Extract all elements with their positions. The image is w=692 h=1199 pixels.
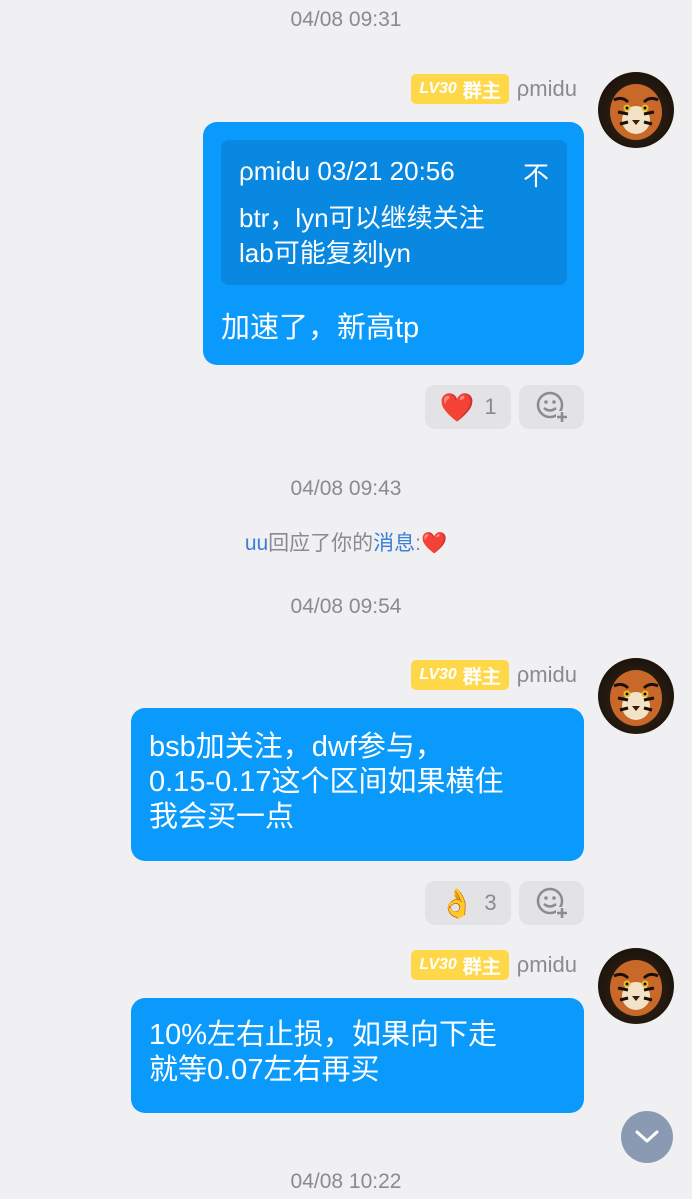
level-label: LV30: [419, 80, 457, 97]
chevron-down-icon: [635, 1130, 659, 1143]
message-line: 我会买一点: [149, 800, 295, 833]
sender-meta: LV30 群主 ρmidu: [411, 73, 577, 105]
scroll-to-bottom-button[interactable]: [621, 1111, 673, 1163]
chat-screen: 04/08 09:31 LV30 群主 ρmidu ρmidu 03/21 20…: [0, 0, 692, 1199]
reaction-notice: uu回应了你的消息:❤️: [0, 527, 692, 557]
reaction-count: 3: [484, 890, 497, 915]
sender-name: ρmidu: [516, 76, 577, 101]
add-emoji-icon: [536, 887, 568, 919]
quote-line: lab可能复刻lyn: [239, 238, 411, 269]
quote-pin-label: 不: [522, 161, 549, 191]
add-emoji-icon: [536, 391, 568, 423]
quote-line: btr，lyn可以继续关注: [239, 203, 485, 233]
tiger-avatar-icon: [610, 960, 662, 1016]
sender-name: ρmidu: [516, 662, 577, 687]
sender-meta: LV30 群主 ρmidu: [411, 949, 577, 981]
level-badge: LV30 群主: [411, 660, 509, 690]
tiger-avatar-icon: [610, 84, 662, 140]
level-badge: LV30 群主: [411, 950, 509, 980]
add-reaction-button[interactable]: [519, 385, 584, 429]
heart-icon: ❤️: [439, 391, 475, 423]
add-reaction-button[interactable]: [519, 881, 584, 925]
level-label: LV30: [419, 956, 457, 973]
reaction-chip[interactable]: 👌 3: [425, 881, 511, 925]
message-line: bsb加关注，dwf参与，: [149, 731, 444, 763]
timestamp: 04/08 09:43: [290, 477, 402, 500]
message-bubble[interactable]: bsb加关注，dwf参与， 0.15-0.17这个区间如果横住 我会买一点: [131, 708, 584, 861]
role-label: 群主: [462, 956, 501, 978]
role-label: 群主: [462, 80, 501, 102]
timestamp: 04/08 09:31: [290, 8, 402, 31]
notice-text: 回应了你的: [268, 532, 374, 555]
message-line: 就等0.07左右再买: [149, 1053, 380, 1086]
avatar[interactable]: [598, 72, 674, 148]
level-badge: LV30 群主: [411, 74, 509, 104]
avatar[interactable]: [598, 948, 674, 1024]
notice-user-link[interactable]: uu: [245, 532, 268, 555]
level-label: LV30: [419, 666, 457, 683]
reaction-count: 1: [484, 394, 497, 419]
notice-message-link[interactable]: 消息: [373, 532, 415, 555]
timestamp: 04/08 09:54: [290, 595, 402, 618]
role-label: 群主: [462, 666, 501, 688]
quote-author-time: ρmidu 03/21 20:56: [239, 156, 455, 186]
message-line: 10%左右止损，如果向下走: [149, 1019, 498, 1051]
message-bubble[interactable]: 10%左右止损，如果向下走 就等0.07左右再买: [131, 998, 584, 1113]
tiger-avatar-icon: [610, 670, 662, 726]
avatar[interactable]: [598, 658, 674, 734]
timestamp: 04/08 10:22: [290, 1170, 402, 1193]
heart-icon: ❤️: [421, 532, 448, 555]
message-line: 0.15-0.17这个区间如果横住: [149, 765, 504, 798]
sender-meta: LV30 群主 ρmidu: [411, 659, 577, 691]
reaction-chip[interactable]: ❤️ 1: [425, 385, 511, 429]
message-bubble[interactable]: ρmidu 03/21 20:56 不 btr，lyn可以继续关注 lab可能复…: [203, 122, 584, 365]
ok-hand-icon: 👌: [439, 887, 475, 919]
message-text: 加速了，新高tp: [221, 312, 420, 344]
quoted-message[interactable]: ρmidu 03/21 20:56 不 btr，lyn可以继续关注 lab可能复…: [221, 140, 567, 285]
sender-name: ρmidu: [516, 952, 577, 977]
